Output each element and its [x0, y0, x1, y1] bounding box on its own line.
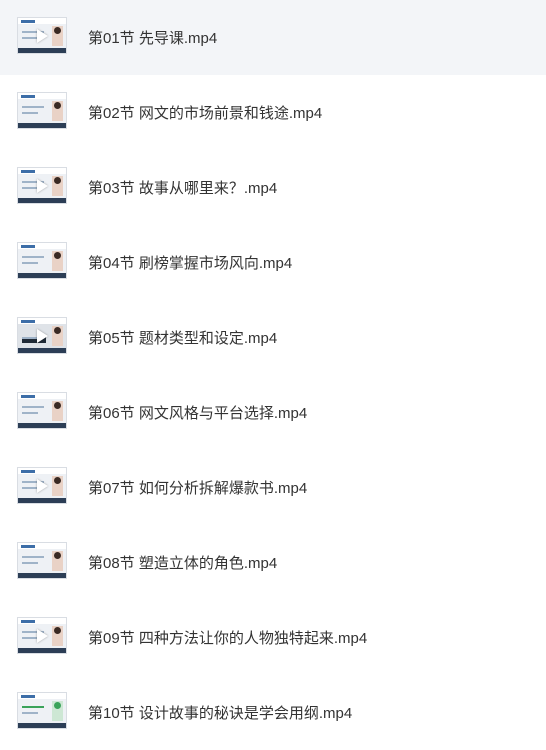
file-name[interactable]: 第05节 题材类型和设定.mp4 — [88, 300, 277, 375]
video-thumbnail[interactable] — [17, 317, 67, 354]
thumbnail-header — [18, 243, 66, 249]
thumbnail-bar — [18, 48, 66, 53]
video-file-list: 第01节 先导课.mp4 第02节 网文的市场前景和钱途.mp4 第03节 故事… — [0, 0, 546, 750]
file-row-04[interactable]: 第04节 刷榜掌握市场风向.mp4 — [0, 225, 546, 300]
file-row-02[interactable]: 第02节 网文的市场前景和钱途.mp4 — [0, 75, 546, 150]
play-icon — [37, 329, 48, 343]
thumbnail-header — [18, 168, 66, 174]
thumbnail-presenter — [52, 101, 63, 121]
thumbnail-presenter — [52, 176, 63, 196]
thumbnail-slide — [22, 254, 46, 268]
file-name[interactable]: 第03节 故事从哪里来？.mp4 — [88, 150, 277, 225]
video-thumbnail[interactable] — [17, 692, 67, 729]
file-name[interactable]: 第09节 四种方法让你的人物独特起来.mp4 — [88, 600, 367, 675]
thumbnail-bar — [18, 573, 66, 578]
file-row-08[interactable]: 第08节 塑造立体的角色.mp4 — [0, 525, 546, 600]
thumbnail-slide — [22, 554, 46, 568]
file-name[interactable]: 第07节 如何分析拆解爆款书.mp4 — [88, 450, 307, 525]
video-thumbnail[interactable] — [17, 92, 67, 129]
thumbnail-presenter — [52, 551, 63, 571]
file-row-09[interactable]: 第09节 四种方法让你的人物独特起来.mp4 — [0, 600, 546, 675]
video-thumbnail[interactable] — [17, 467, 67, 504]
file-name[interactable]: 第10节 设计故事的秘诀是学会用纲.mp4 — [88, 675, 352, 750]
thumbnail-bar — [18, 723, 66, 728]
video-thumbnail[interactable] — [17, 542, 67, 579]
thumbnail-header — [18, 318, 66, 324]
thumbnail-bar — [18, 348, 66, 353]
thumbnail-header — [18, 18, 66, 24]
video-thumbnail[interactable] — [17, 392, 67, 429]
file-name[interactable]: 第06节 网文风格与平台选择.mp4 — [88, 375, 307, 450]
file-name[interactable]: 第04节 刷榜掌握市场风向.mp4 — [88, 225, 292, 300]
thumbnail-header — [18, 693, 66, 699]
thumbnail-bar — [18, 423, 66, 428]
thumbnail-header — [18, 93, 66, 99]
thumbnail-bar — [18, 198, 66, 203]
thumbnail-slide — [22, 104, 46, 118]
play-icon — [37, 479, 48, 493]
video-thumbnail[interactable] — [17, 617, 67, 654]
thumbnail-slide — [22, 704, 46, 718]
file-name[interactable]: 第08节 塑造立体的角色.mp4 — [88, 525, 277, 600]
thumbnail-bar — [18, 123, 66, 128]
thumbnail-header — [18, 393, 66, 399]
file-name[interactable]: 第02节 网文的市场前景和钱途.mp4 — [88, 75, 322, 150]
thumbnail-presenter — [52, 401, 63, 421]
thumbnail-slide — [22, 404, 46, 418]
thumbnail-header — [18, 543, 66, 549]
play-icon — [37, 629, 48, 643]
file-row-07[interactable]: 第07节 如何分析拆解爆款书.mp4 — [0, 450, 546, 525]
thumbnail-presenter — [52, 626, 63, 646]
thumbnail-header — [18, 468, 66, 474]
thumbnail-header — [18, 618, 66, 624]
file-row-01[interactable]: 第01节 先导课.mp4 — [0, 0, 546, 75]
file-row-05[interactable]: 第05节 题材类型和设定.mp4 — [0, 300, 546, 375]
thumbnail-presenter — [52, 26, 63, 46]
thumbnail-presenter — [52, 701, 63, 721]
video-thumbnail[interactable] — [17, 242, 67, 279]
play-icon — [37, 179, 48, 193]
file-row-10[interactable]: 第10节 设计故事的秘诀是学会用纲.mp4 — [0, 675, 546, 750]
play-icon — [37, 29, 48, 43]
thumbnail-bar — [18, 648, 66, 653]
thumbnail-presenter — [52, 476, 63, 496]
file-row-03[interactable]: 第03节 故事从哪里来？.mp4 — [0, 150, 546, 225]
video-thumbnail[interactable] — [17, 17, 67, 54]
thumbnail-bar — [18, 498, 66, 503]
file-row-06[interactable]: 第06节 网文风格与平台选择.mp4 — [0, 375, 546, 450]
thumbnail-bar — [18, 273, 66, 278]
video-thumbnail[interactable] — [17, 167, 67, 204]
thumbnail-presenter — [52, 326, 63, 346]
thumbnail-presenter — [52, 251, 63, 271]
file-name[interactable]: 第01节 先导课.mp4 — [88, 0, 217, 75]
